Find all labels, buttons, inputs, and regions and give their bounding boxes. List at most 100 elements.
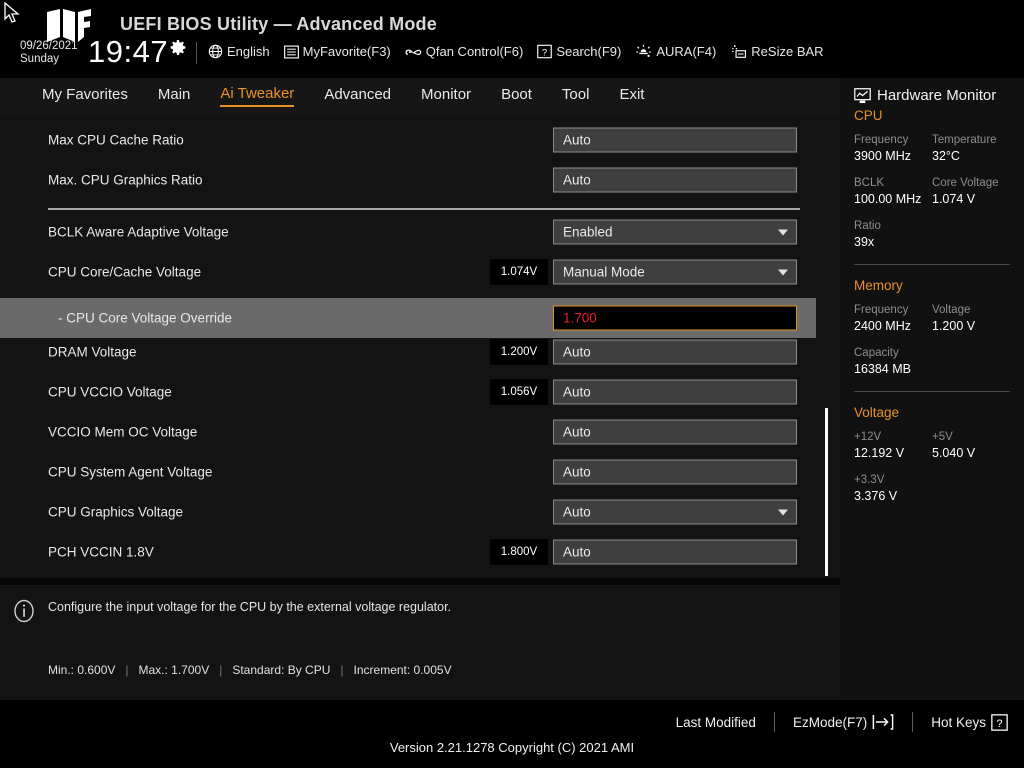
list-icon	[284, 45, 299, 59]
sidebar-group-voltage: Voltage+12V12.192 V+5V5.040 V+3.3V3.376 …	[854, 405, 1010, 505]
gear-icon[interactable]	[170, 40, 186, 56]
sidebar-stat-value: 5.040 V	[932, 445, 1010, 462]
system-clock: 19:47	[88, 36, 168, 67]
help-min: Min.: 0.600V	[48, 663, 115, 677]
system-date: 09/26/2021 Sunday	[20, 40, 78, 66]
bottom-bar: Last Modified EzMode(F7) Hot Keys ?	[0, 700, 1024, 768]
ezmode-label: EzMode(F7)	[793, 715, 867, 730]
help-description: Configure the input voltage for the CPU …	[48, 599, 748, 616]
sidebar-stat-key: Frequency	[854, 133, 932, 148]
setting-row[interactable]: CPU VCCIO Voltage1.056VAuto	[0, 372, 816, 412]
setting-value: Auto	[563, 425, 591, 440]
hotkeys-button[interactable]: Hot Keys ?	[931, 714, 1008, 731]
tab-ai-tweaker[interactable]: Ai Tweaker	[220, 85, 294, 107]
setting-row[interactable]: CPU Graphics VoltageAuto	[0, 492, 816, 532]
menu-item-search[interactable]: ? Search(F9)	[537, 44, 621, 59]
menu-item-myfavorite[interactable]: MyFavorite(F3)	[284, 44, 391, 59]
menu-item-language[interactable]: English	[208, 44, 270, 59]
scrollbar-thumb[interactable]	[825, 408, 828, 576]
sidebar-stat-row: Frequency3900 MHzTemperature32°C	[854, 133, 1010, 165]
tab-advanced[interactable]: Advanced	[324, 86, 391, 106]
setting-input[interactable]: Auto	[553, 340, 797, 365]
sidebar-stat: Ratio39x	[854, 219, 932, 251]
setting-label: VCCIO Mem OC Voltage	[48, 425, 197, 440]
setting-input[interactable]: Auto	[553, 540, 797, 565]
svg-text:?: ?	[542, 47, 547, 57]
tab-exit[interactable]: Exit	[619, 86, 644, 106]
hardware-monitor-panel: Hardware Monitor CPU Frequency3900 MHzTem…	[840, 78, 1024, 700]
sidebar-stat-row: +3.3V3.376 V	[854, 473, 1010, 505]
chevron-down-icon[interactable]	[778, 229, 788, 235]
menu-item-qfan-control[interactable]: Qfan Control(F6)	[405, 44, 524, 59]
setting-input[interactable]: Auto	[553, 128, 797, 153]
mouse-cursor-icon	[4, 2, 20, 24]
tab-tool[interactable]: Tool	[562, 86, 590, 106]
sidebar-stat: +5V5.040 V	[932, 430, 1010, 462]
fan-icon	[405, 44, 422, 59]
setting-dropdown[interactable]: Auto	[553, 500, 797, 525]
setting-dropdown[interactable]: Enabled	[553, 220, 797, 245]
setting-label: - CPU Core Voltage Override	[58, 311, 232, 326]
last-modified-button[interactable]: Last Modified	[676, 715, 756, 730]
hardware-monitor-body: CPUFrequency3900 MHzTemperature32°CBCLK1…	[854, 108, 1010, 505]
help-standard: Standard: By CPU	[232, 663, 330, 677]
setting-dropdown[interactable]: Manual Mode	[553, 260, 797, 285]
setting-current-value-tag: 1.800V	[490, 539, 548, 565]
sidebar-stat: Temperature32°C	[932, 133, 1010, 165]
setting-row[interactable]: CPU System Agent VoltageAuto	[0, 452, 816, 492]
menu-item-aura-label: AURA(F4)	[656, 44, 716, 59]
sidebar-stat-row: +12V12.192 V+5V5.040 V	[854, 430, 1010, 462]
sidebar-stat: BCLK100.00 MHz	[854, 176, 932, 208]
sidebar-group-memory: MemoryFrequency2400 MHzVoltage1.200 VCap…	[854, 278, 1010, 378]
sidebar-stat-key: Ratio	[854, 219, 932, 234]
hardware-monitor-title: Hardware Monitor	[854, 87, 1010, 104]
ezmode-button[interactable]: EzMode(F7)	[793, 714, 894, 730]
sidebar-stat-value: 39x	[854, 234, 932, 251]
tab-monitor[interactable]: Monitor	[421, 86, 471, 106]
sidebar-stat-key: +5V	[932, 430, 1010, 445]
version-string: Version 2.21.1278 Copyright (C) 2021 AMI	[0, 740, 1024, 755]
sidebar-stat-value: 3900 MHz	[854, 148, 932, 165]
tab-my-favorites[interactable]: My Favorites	[42, 86, 128, 106]
setting-row[interactable]: VCCIO Mem OC Voltage Auto	[0, 412, 816, 452]
sidebar-stat: Voltage1.200 V	[932, 303, 1010, 335]
setting-row[interactable]: PCH VCCIN 1.8V1.800VAuto	[0, 532, 816, 572]
aura-light-icon	[635, 44, 652, 59]
menu-item-resize-bar[interactable]: ReSize BAR	[730, 44, 823, 59]
setting-input[interactable]: Auto	[553, 420, 797, 445]
sidebar-stat-key: +3.3V	[854, 473, 932, 488]
chevron-down-icon[interactable]	[778, 269, 788, 275]
sidebar-stat-value: 3.376 V	[854, 488, 932, 505]
sidebar-stat-key: Core Voltage	[932, 176, 1010, 191]
setting-row[interactable]: CPU Core/Cache Voltage1.074VManual Mode	[0, 252, 816, 292]
info-icon	[12, 599, 36, 623]
chevron-down-icon[interactable]	[778, 509, 788, 515]
sidebar-stat-value: 1.200 V	[932, 318, 1010, 335]
sidebar-group-title: Memory	[854, 278, 1010, 293]
weekday-value: Sunday	[20, 53, 78, 66]
sidebar-stat-key: +12V	[854, 430, 932, 445]
help-sep-2: |	[209, 663, 232, 677]
sidebar-stat: Frequency3900 MHz	[854, 133, 932, 165]
setting-row[interactable]: Max CPU Cache RatioAuto	[0, 120, 816, 160]
sidebar-stat-key: Temperature	[932, 133, 1010, 148]
tab-boot[interactable]: Boot	[501, 86, 532, 106]
setting-row[interactable]: BCLK Aware Adaptive VoltageEnabled	[0, 212, 816, 252]
setting-input[interactable]: Auto	[553, 460, 797, 485]
exit-arrow-icon	[872, 714, 894, 730]
menu-item-aura[interactable]: AURA(F4)	[635, 44, 716, 59]
setting-input-active[interactable]: 1.700	[553, 306, 797, 331]
sidebar-stat-key: Voltage	[932, 303, 1010, 318]
help-max: Max.: 1.700V	[139, 663, 210, 677]
setting-row[interactable]: Max. CPU Graphics RatioAuto	[0, 160, 816, 200]
tab-main[interactable]: Main	[158, 86, 191, 106]
sidebar-stat: Frequency2400 MHz	[854, 303, 932, 335]
setting-input[interactable]: Auto	[553, 168, 797, 193]
setting-row[interactable]: DRAM Voltage1.200VAuto	[0, 332, 816, 372]
menu-item-qfan-control-label: Qfan Control(F6)	[426, 44, 524, 59]
help-sep-3: |	[330, 663, 353, 677]
page-title: UEFI BIOS Utility — Advanced Mode	[120, 14, 437, 35]
title-bar: UEFI BIOS Utility — Advanced Mode 09/26/…	[0, 0, 1024, 78]
setting-input[interactable]: Auto	[553, 380, 797, 405]
sidebar-group-title: CPU	[854, 108, 1010, 123]
